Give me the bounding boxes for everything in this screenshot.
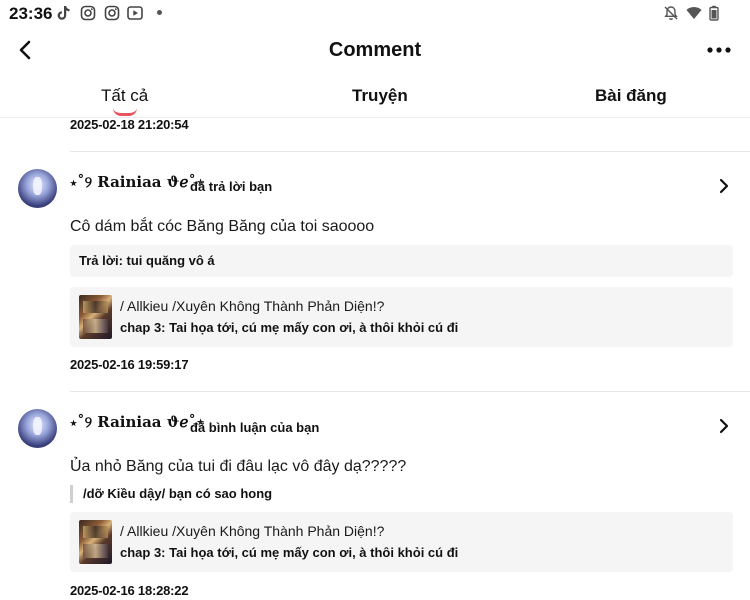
story-title: / Allkieu /Xuyên Không Thành Phản Diện!? — [120, 298, 385, 314]
tab-posts[interactable]: Bài đăng — [595, 86, 667, 106]
avatar[interactable] — [18, 169, 57, 208]
chevron-right-icon[interactable] — [716, 418, 732, 434]
youtube-icon — [127, 6, 143, 20]
comment-text: Cô dám bắt cóc Băng Băng của toi saoooo — [70, 218, 375, 235]
tab-stories[interactable]: Truyện — [352, 86, 408, 106]
username[interactable]: ⋆˚୨ Rainiaa ϑℯ˚⋆ — [70, 413, 205, 431]
tab-bar: Tất cả Truyện Bài đăng — [0, 78, 750, 118]
comment-text: Ủa nhỏ Băng của tui đi đâu lạc vô đây dạ… — [70, 458, 407, 475]
app-header: Comment — [0, 28, 750, 74]
tab-all[interactable]: Tất cả — [101, 86, 148, 106]
more-options-icon[interactable] — [706, 40, 732, 60]
notification-dot — [157, 10, 162, 15]
story-cover-image — [79, 520, 112, 564]
chevron-right-icon[interactable] — [716, 178, 732, 194]
instagram-icon — [104, 5, 120, 21]
story-card[interactable]: / Allkieu /Xuyên Không Thành Phản Diện!?… — [70, 287, 733, 347]
timestamp: 2025-02-18 21:20:54 — [70, 117, 189, 132]
username[interactable]: ⋆˚୨ Rainiaa ϑℯ˚⋆ — [70, 173, 205, 191]
story-chapter: chap 3: Tai họa tới, cú mẹ mấy con ơi, à… — [120, 320, 459, 335]
instagram-icon — [80, 5, 96, 21]
story-chapter: chap 3: Tai họa tới, cú mẹ mấy con ơi, à… — [120, 545, 459, 560]
quoted-text: /dỡ Kiều dậy/ bạn có sao hong — [70, 485, 272, 503]
reply-box: Trả lời: tui quăng vô á — [70, 245, 733, 277]
action-text: đã bình luận của bạn — [190, 420, 320, 435]
avatar[interactable] — [18, 409, 57, 448]
timestamp: 2025-02-16 19:59:17 — [70, 357, 189, 372]
timestamp: 2025-02-16 18:28:22 — [70, 583, 189, 598]
story-cover-image — [79, 295, 112, 339]
story-title: / Allkieu /Xuyên Không Thành Phản Diện!? — [120, 523, 385, 539]
page-title: Comment — [328, 39, 422, 61]
action-text: đã trả lời bạn — [190, 179, 273, 194]
status-time: 23:36 — [9, 4, 53, 23]
bell-off-icon — [664, 6, 678, 20]
battery-icon — [709, 5, 719, 21]
tiktok-icon — [57, 6, 70, 20]
story-card[interactable]: / Allkieu /Xuyên Không Thành Phản Diện!?… — [70, 512, 733, 572]
wifi-icon — [686, 7, 702, 19]
divider — [70, 391, 750, 392]
reply-text: Trả lời: tui quăng vô á — [79, 253, 215, 268]
active-tab-indicator — [113, 108, 137, 116]
divider — [70, 151, 750, 152]
status-bar: 23:36 — [0, 0, 750, 28]
